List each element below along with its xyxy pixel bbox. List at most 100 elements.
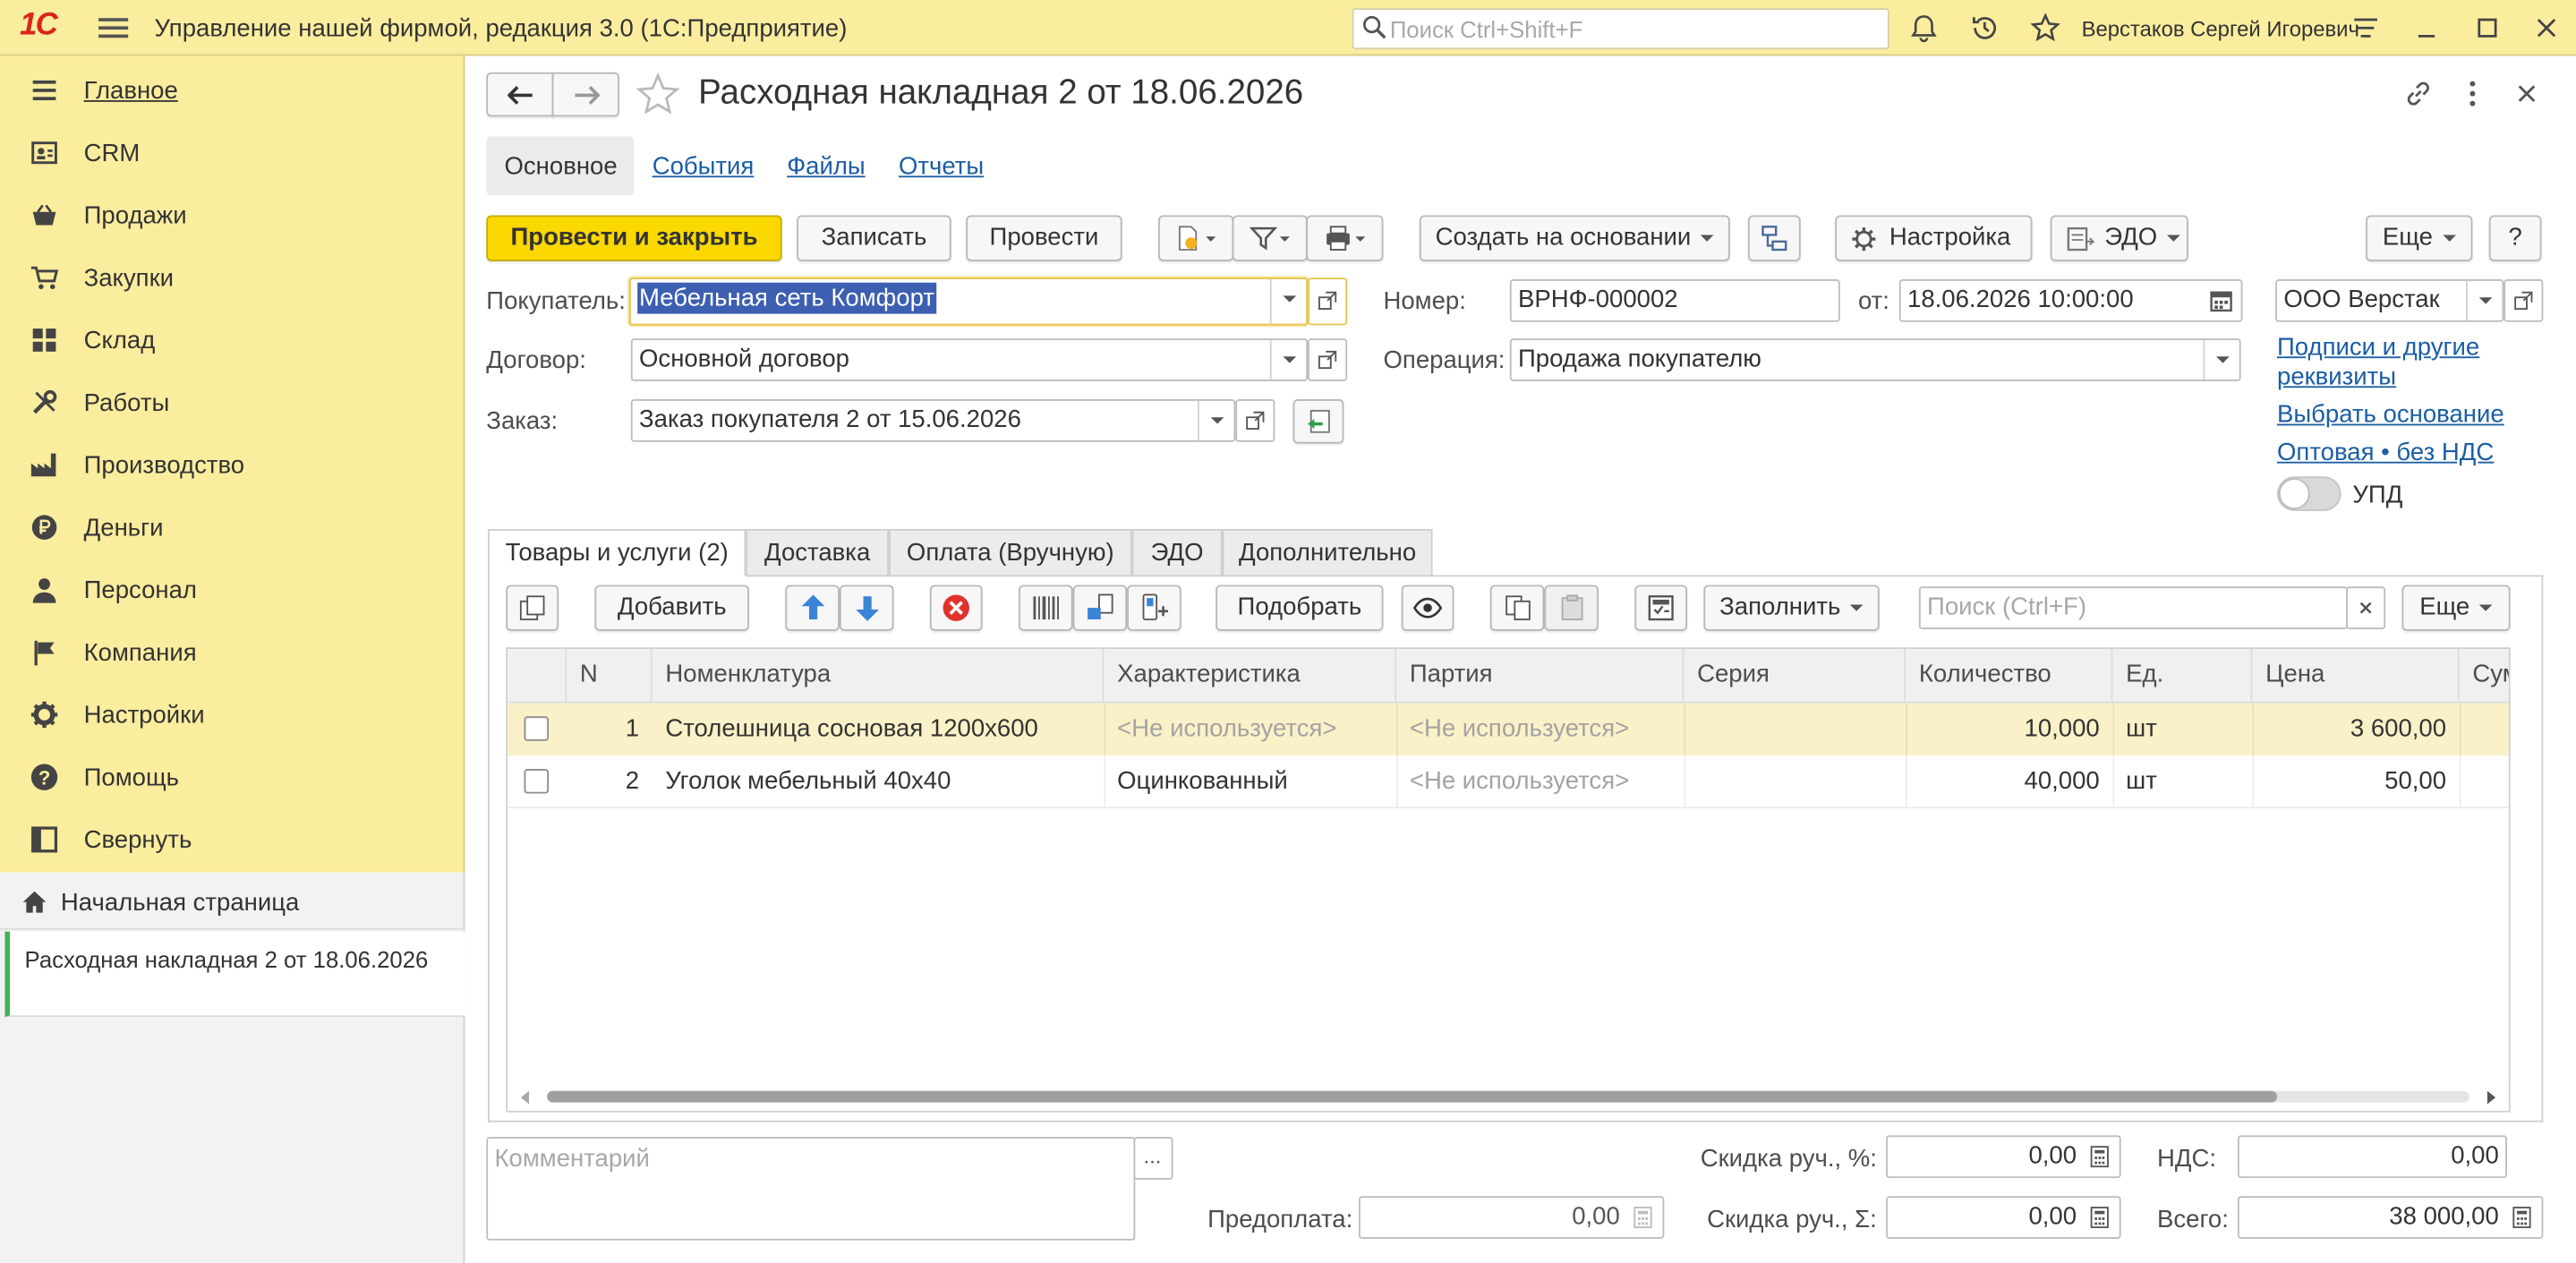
- minimize-icon[interactable]: [2412, 13, 2442, 43]
- attachments-menu-button[interactable]: [1158, 215, 1234, 261]
- sidebar-item-warehouse[interactable]: Склад: [0, 309, 465, 371]
- discount-percent-field[interactable]: 0,00: [1886, 1135, 2121, 1179]
- help-button[interactable]: ?: [2488, 215, 2542, 261]
- order-field[interactable]: Заказ покупателя 2 от 15.06.2026: [630, 399, 1236, 442]
- column-header-quantity[interactable]: Количество: [1906, 649, 2113, 704]
- filter-menu-button[interactable]: [1232, 215, 1309, 261]
- favorites-star-icon[interactable]: [2030, 13, 2060, 43]
- cell-unit[interactable]: шт: [2112, 704, 2252, 756]
- cell-characteristic[interactable]: Оцинкованный: [1104, 755, 1396, 808]
- scroll-left-icon[interactable]: [520, 1090, 531, 1105]
- operation-field[interactable]: Продажа покупателю: [1509, 338, 2241, 381]
- column-header-series[interactable]: Серия: [1684, 649, 1906, 704]
- table-more-button[interactable]: Еще: [2401, 585, 2511, 631]
- scroll-right-icon[interactable]: [2486, 1090, 2496, 1105]
- horizontal-scrollbar[interactable]: [508, 1082, 2509, 1111]
- create-based-on-button[interactable]: Создать на основании: [1419, 215, 1730, 261]
- scrollbar-thumb[interactable]: [547, 1090, 2278, 1103]
- cell-series[interactable]: [1684, 755, 1906, 808]
- cell-item[interactable]: Уголок мебельный 40х40: [653, 755, 1105, 808]
- column-header-sum[interactable]: Сумма: [2459, 649, 2509, 704]
- copy-rows-button[interactable]: [506, 585, 559, 631]
- date-field[interactable]: 18.06.2026 10:00:00: [1898, 279, 2243, 322]
- calculator-icon[interactable]: [2090, 1206, 2110, 1229]
- row-checkbox[interactable]: [524, 769, 550, 794]
- sidebar-item-help[interactable]: ? Помощь: [0, 746, 465, 808]
- settings-lines-icon[interactable]: [2351, 13, 2381, 43]
- tab-goods[interactable]: Товары и услуги (2): [488, 529, 746, 577]
- bell-icon[interactable]: [1909, 13, 1939, 43]
- post-button[interactable]: Провести: [966, 215, 1122, 261]
- tab-files[interactable]: Файлы: [787, 153, 866, 181]
- comment-field[interactable]: Комментарий: [486, 1137, 1136, 1241]
- tab-edo[interactable]: ЭДО: [1131, 529, 1223, 577]
- settings-button[interactable]: Настройка: [1835, 215, 2033, 261]
- sidebar-item-sales[interactable]: Продажи: [0, 184, 465, 247]
- tab-main[interactable]: Основное: [486, 136, 635, 196]
- print-menu-button[interactable]: [1306, 215, 1384, 261]
- fill-table-button[interactable]: Заполнить: [1703, 585, 1880, 631]
- price-type-link[interactable]: Оптовая • без НДС: [2277, 439, 2494, 466]
- move-down-button[interactable]: [839, 585, 894, 631]
- row-checkbox[interactable]: [524, 716, 550, 741]
- maximize-icon[interactable]: [2472, 13, 2502, 43]
- delete-row-button[interactable]: [929, 585, 983, 631]
- close-window-icon[interactable]: [2532, 13, 2562, 43]
- contract-open-button[interactable]: [1308, 338, 1348, 381]
- sidebar-item-collapse[interactable]: Свернуть: [0, 808, 465, 871]
- comment-expand-button[interactable]: ...: [1133, 1137, 1173, 1180]
- upd-toggle[interactable]: [2277, 476, 2341, 511]
- cell-characteristic[interactable]: <Не используется>: [1104, 704, 1396, 756]
- global-search-input[interactable]: Поиск Ctrl+Shift+F: [1352, 8, 1889, 50]
- more-button[interactable]: Еще: [2366, 215, 2473, 261]
- more-actions-icon[interactable]: [2461, 77, 2485, 110]
- cell-batch[interactable]: <Не используется>: [1396, 755, 1684, 808]
- history-icon[interactable]: [1970, 13, 2000, 43]
- calculator-icon[interactable]: [2512, 1206, 2531, 1229]
- edo-menu-button[interactable]: ЭДО: [2050, 215, 2188, 261]
- cell-unit[interactable]: шт: [2112, 755, 2252, 808]
- sidebar-item-works[interactable]: Работы: [0, 371, 465, 434]
- paste-button[interactable]: [1544, 585, 1599, 631]
- tab-events[interactable]: События: [653, 153, 755, 181]
- column-header-price[interactable]: Цена: [2252, 649, 2460, 704]
- calendar-icon[interactable]: [2210, 289, 2233, 312]
- sidebar-item-money[interactable]: Деньги: [0, 496, 465, 559]
- sidebar-item-staff[interactable]: Персонал: [0, 559, 465, 621]
- signatures-link[interactable]: Подписи и другие реквизиты: [2277, 334, 2523, 393]
- back-button[interactable]: [486, 72, 554, 117]
- cell-price[interactable]: 50,00: [2252, 755, 2459, 808]
- post-and-close-button[interactable]: Провести и закрыть: [486, 215, 782, 261]
- link-icon[interactable]: [2402, 77, 2435, 110]
- table-row[interactable]: 1 Столешница сосновая 1200х600 <Не испол…: [508, 703, 2509, 756]
- main-menu-icon[interactable]: [98, 13, 129, 43]
- column-header-item[interactable]: Номенклатура: [652, 649, 1105, 704]
- order-open-button[interactable]: [1235, 399, 1275, 442]
- sidebar-item-crm[interactable]: CRM: [0, 122, 465, 184]
- copy-to-clipboard-button[interactable]: [1489, 585, 1545, 631]
- cell-quantity[interactable]: 40,000: [1906, 755, 2112, 808]
- buyer-field[interactable]: Мебельная сеть Комфорт: [628, 277, 1309, 326]
- tab-payment[interactable]: Оплата (Вручную): [889, 529, 1132, 577]
- buyer-dropdown[interactable]: [1269, 279, 1306, 324]
- structure-button[interactable]: [1747, 215, 1801, 261]
- calculate-button[interactable]: [1634, 585, 1688, 631]
- column-header-n[interactable]: N: [567, 649, 653, 704]
- column-header-batch[interactable]: Партия: [1396, 649, 1685, 704]
- tab-additional[interactable]: Дополнительно: [1222, 529, 1433, 577]
- contract-dropdown[interactable]: [1269, 339, 1306, 380]
- data-collection-button[interactable]: [1127, 585, 1181, 631]
- show-details-button[interactable]: [1401, 585, 1454, 631]
- move-up-button[interactable]: [785, 585, 840, 631]
- favorite-star-icon[interactable]: [635, 72, 680, 117]
- column-header-unit[interactable]: Ед.: [2112, 649, 2253, 704]
- current-user[interactable]: Верстаков Сергей Игоревич: [2082, 16, 2359, 41]
- table-search-input[interactable]: Поиск (Ctrl+F): [1918, 586, 2348, 629]
- start-page-link[interactable]: Начальная страница: [0, 874, 465, 930]
- discount-sum-field[interactable]: 0,00: [1886, 1196, 2121, 1239]
- fill-from-order-button[interactable]: [1292, 399, 1344, 444]
- tab-reports[interactable]: Отчеты: [899, 153, 984, 181]
- sidebar-item-purchases[interactable]: Закупки: [0, 246, 465, 309]
- sidebar-item-company[interactable]: Компания: [0, 621, 465, 684]
- scanner-button[interactable]: [1072, 585, 1128, 631]
